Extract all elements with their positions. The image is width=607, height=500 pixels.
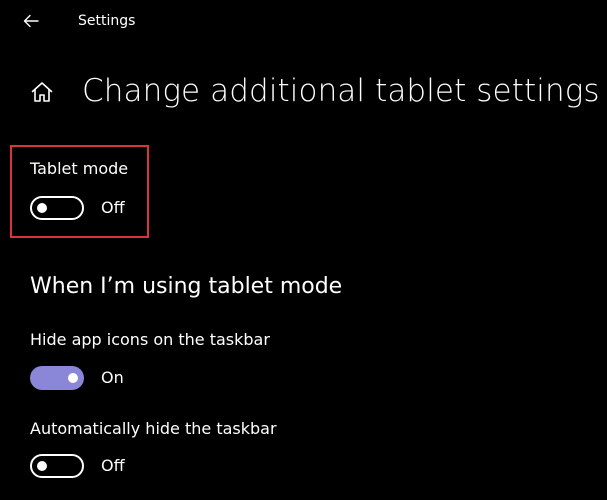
tablet-mode-state: Off [101, 198, 125, 217]
settings-page: Settings Change additional tablet settin… [0, 0, 607, 500]
auto-hide-taskbar-toggle[interactable] [30, 454, 84, 478]
hide-app-icons-label: Hide app icons on the taskbar [30, 330, 270, 349]
auto-hide-taskbar-state: Off [101, 456, 125, 475]
hide-app-icons-toggle[interactable] [30, 366, 84, 390]
back-arrow-icon [23, 14, 39, 28]
tablet-mode-setting: Off [30, 196, 125, 220]
home-button[interactable] [30, 80, 54, 104]
hide-app-icons-setting: On [30, 366, 124, 390]
toggle-knob [68, 373, 78, 383]
section-title: When I’m using tablet mode [30, 274, 343, 299]
toggle-knob [37, 461, 47, 471]
toggle-knob [37, 203, 47, 213]
window-title: Settings [78, 13, 136, 29]
page-title: Change additional tablet settings [82, 73, 600, 109]
tablet-mode-toggle[interactable] [30, 196, 84, 220]
auto-hide-taskbar-setting: Off [30, 454, 125, 478]
title-bar: Settings [0, 0, 607, 42]
hide-app-icons-state: On [101, 368, 124, 387]
back-button[interactable] [18, 8, 44, 34]
tablet-mode-label: Tablet mode [30, 159, 129, 178]
home-icon [31, 82, 53, 102]
auto-hide-taskbar-label: Automatically hide the taskbar [30, 419, 277, 438]
